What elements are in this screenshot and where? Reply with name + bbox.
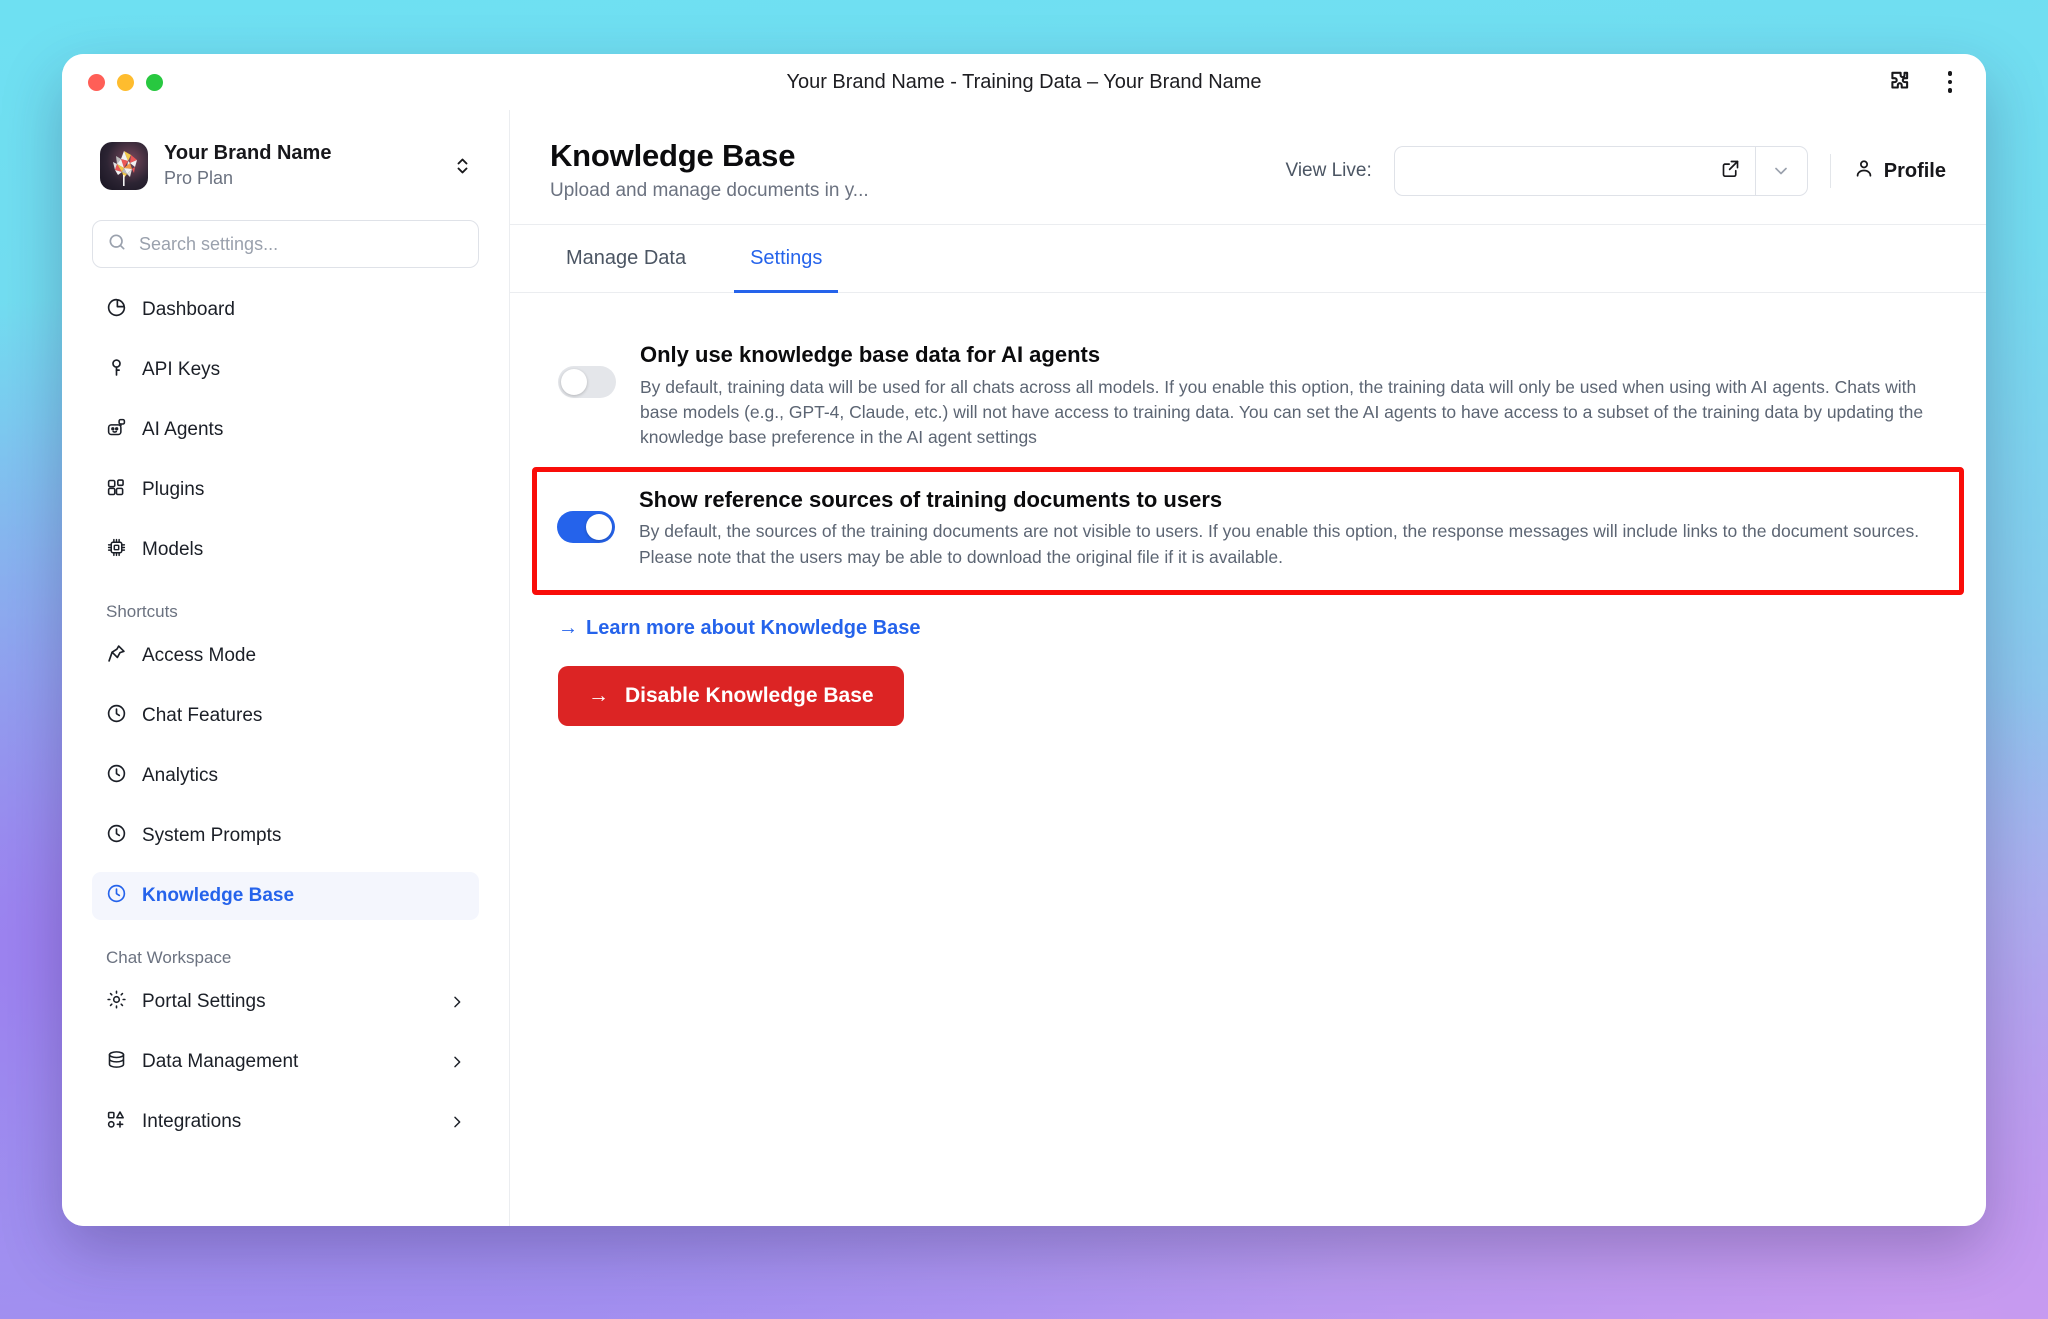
profile-button[interactable]: Profile	[1853, 157, 1946, 185]
titlebar: Your Brand Name - Training Data – Your B…	[62, 54, 1986, 110]
workspace-group-label: Chat Workspace	[106, 948, 232, 967]
user-icon	[1853, 157, 1875, 185]
learn-more-label: Learn more about Knowledge Base	[586, 617, 921, 640]
sidebar-item-label: System Prompts	[142, 825, 282, 846]
sidebar-item-analytics[interactable]: Analytics	[92, 752, 479, 800]
brand-switcher[interactable]: Your Brand Name Pro Plan	[92, 110, 479, 202]
sidebar-item-label: Integrations	[142, 1111, 242, 1132]
integrations-icon	[106, 1109, 127, 1136]
minimize-window-button[interactable]	[117, 73, 134, 91]
sidebar-item-models[interactable]: Models	[92, 526, 479, 574]
app-window: Your Brand Name - Training Data – Your B…	[62, 54, 1986, 1226]
sidebar-item-chat-features[interactable]: Chat Features	[92, 692, 479, 740]
sidebar-item-label: Portal Settings	[142, 991, 266, 1012]
brand-name: Your Brand Name	[164, 142, 332, 165]
brand-plan: Pro Plan	[164, 168, 234, 189]
sidebar-item-integrations[interactable]: Integrations	[92, 1098, 479, 1146]
search-settings[interactable]	[92, 220, 479, 268]
external-link-icon[interactable]	[1720, 158, 1741, 184]
search-icon	[107, 232, 127, 257]
sidebar-item-ai-agents[interactable]: AI Agents	[92, 406, 479, 454]
search-input[interactable]	[139, 233, 464, 255]
header-divider	[1829, 154, 1831, 188]
page-title: Knowledge Base	[550, 138, 796, 173]
database-icon	[106, 1049, 127, 1076]
kebab-menu-icon[interactable]	[1940, 67, 1961, 97]
sidebar-item-access-mode[interactable]: Access Mode	[92, 632, 479, 680]
plugin-grid-icon	[106, 477, 127, 504]
clock-icon	[106, 883, 127, 910]
setting-only-use-kb-data: Only use knowledge base data for AI agen…	[550, 335, 1946, 461]
setting-title: Show reference sources of training docum…	[639, 486, 1223, 512]
setting-title: Only use knowledge base data for AI agen…	[640, 342, 1101, 367]
window-controls	[88, 73, 163, 91]
chevron-right-icon	[449, 994, 465, 1010]
sidebar-item-label: Access Mode	[142, 645, 257, 666]
sidebar-nav: Dashboard API Keys AI Agents Plugins Mod…	[92, 274, 479, 1146]
brain-logo-icon	[100, 142, 148, 190]
robot-icon	[106, 417, 127, 444]
sidebar: Your Brand Name Pro Plan Search settings…	[62, 110, 510, 1226]
arrow-right-glyph: →	[588, 684, 609, 708]
key-icon	[106, 357, 127, 384]
setting-show-reference-sources: Show reference sources of training docum…	[549, 480, 1945, 580]
sidebar-item-system-prompts[interactable]: System Prompts	[92, 812, 479, 860]
clock-icon	[106, 763, 127, 790]
tab-bar: Manage Data Settings	[510, 225, 1986, 293]
tab-settings[interactable]: Settings	[734, 225, 839, 293]
clock-icon	[106, 823, 127, 850]
page-subtitle: Upload and manage documents in y...	[550, 180, 869, 201]
close-window-button[interactable]	[88, 73, 105, 91]
settings-panel: Only use knowledge base data for AI agen…	[510, 293, 1986, 1226]
clock-icon	[106, 703, 127, 730]
maximize-window-button[interactable]	[146, 73, 163, 91]
view-live-input[interactable]	[1408, 161, 1712, 181]
pin-icon	[106, 643, 127, 670]
setting-description: By default, training data will be used f…	[640, 376, 1924, 448]
sidebar-item-label: Data Management	[142, 1051, 299, 1072]
sidebar-item-label: Dashboard	[142, 299, 235, 320]
sidebar-item-label: Models	[142, 539, 204, 560]
window-title: Your Brand Name - Training Data – Your B…	[786, 70, 1262, 93]
sidebar-item-data-management[interactable]: Data Management	[92, 1038, 479, 1086]
sidebar-item-portal-settings[interactable]: Portal Settings	[92, 978, 479, 1026]
highlight-box: Show reference sources of training docum…	[532, 466, 1964, 596]
sidebar-item-knowledge-base[interactable]: Knowledge Base	[92, 872, 479, 920]
sidebar-item-label: API Keys	[142, 359, 221, 380]
page-header: Knowledge Base Upload and manage documen…	[510, 110, 1986, 225]
sidebar-item-plugins[interactable]: Plugins	[92, 466, 479, 514]
view-live-dropdown-button[interactable]	[1754, 147, 1807, 195]
view-live-control	[1393, 146, 1808, 196]
pie-chart-icon	[106, 297, 127, 324]
sidebar-item-label: Plugins	[142, 479, 205, 500]
arrow-right-glyph: →	[558, 617, 578, 640]
sidebar-item-api-keys[interactable]: API Keys	[92, 346, 479, 394]
chevron-right-icon	[449, 1114, 465, 1130]
setting-description: By default, the sources of the training …	[639, 521, 1920, 567]
view-live-label: View Live:	[1285, 160, 1372, 181]
sidebar-item-label: AI Agents	[142, 419, 224, 440]
sidebar-item-label: Knowledge Base	[142, 885, 295, 906]
main-content: Knowledge Base Upload and manage documen…	[510, 110, 1986, 1226]
disable-knowledge-base-button[interactable]: → Disable Knowledge Base	[558, 666, 904, 727]
sidebar-item-label: Analytics	[142, 765, 219, 786]
sidebar-item-dashboard[interactable]: Dashboard	[92, 286, 479, 334]
learn-more-link[interactable]: → Learn more about Knowledge Base	[558, 617, 921, 640]
puzzle-icon[interactable]	[1886, 69, 1912, 95]
tab-manage-data[interactable]: Manage Data	[550, 225, 702, 293]
toggle-only-use-kb-data[interactable]	[558, 366, 616, 398]
profile-label: Profile	[1883, 159, 1946, 182]
sidebar-item-label: Chat Features	[142, 705, 263, 726]
disable-knowledge-base-label: Disable Knowledge Base	[625, 684, 874, 708]
toggle-show-reference-sources[interactable]	[557, 510, 615, 543]
chevron-up-down-icon[interactable]	[454, 155, 471, 177]
chevron-right-icon	[449, 1054, 465, 1070]
gear-icon	[106, 989, 127, 1016]
chip-icon	[106, 537, 127, 564]
shortcuts-group-label: Shortcuts	[106, 602, 178, 621]
